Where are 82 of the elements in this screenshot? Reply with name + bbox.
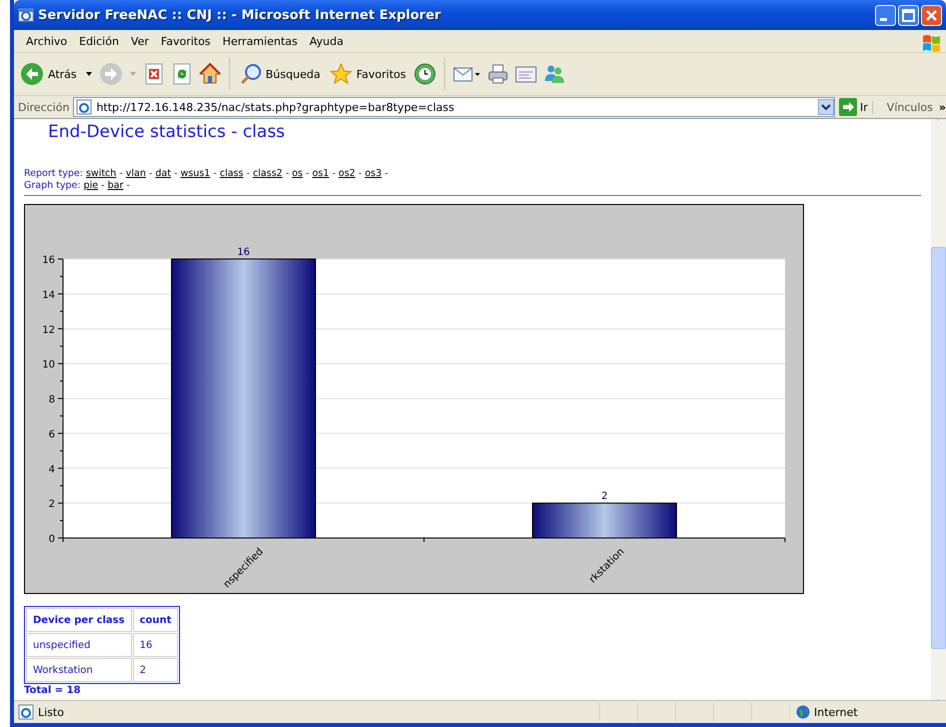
arrow-right-icon (839, 98, 858, 116)
close-button[interactable] (921, 4, 942, 26)
table-cell: unspecified (26, 633, 132, 657)
tick-label: 6 (48, 429, 55, 440)
page-icon (18, 704, 34, 720)
people-icon[interactable] (543, 63, 565, 85)
search-button[interactable]: Búsqueda (238, 61, 322, 87)
separator-text: - (285, 168, 289, 179)
separator-text: - (358, 168, 362, 179)
tick-label: 0 (48, 534, 55, 545)
tick-label: 12 (42, 324, 55, 336)
page-title: End-Device statistics - class (48, 122, 285, 142)
status-text: Listo (38, 706, 65, 718)
arrow-left-icon (20, 62, 44, 86)
go-button[interactable]: Ir (839, 98, 868, 116)
type-link[interactable]: os3 (364, 168, 382, 179)
tick-label: 16 (42, 255, 55, 266)
tick-label: 8 (48, 394, 55, 406)
type-link[interactable]: os2 (338, 168, 356, 179)
type-link[interactable]: class2 (252, 168, 282, 179)
menu-item[interactable]: Ayuda (303, 32, 350, 50)
value-label: 2 (601, 491, 608, 502)
tick-label: 2 (48, 499, 55, 510)
type-link[interactable]: pie (84, 180, 98, 191)
tick-label: 10 (42, 360, 55, 371)
type-label: Graph type: (24, 180, 81, 191)
minimize-button[interactable] (875, 4, 896, 26)
type-link[interactable]: os (292, 168, 303, 179)
separator-text: - (246, 168, 250, 179)
table-cell: Workstation (26, 658, 132, 682)
menu-item[interactable]: Herramientas (216, 32, 304, 50)
address-field[interactable]: http://172.16.148.235/nac/stats.php?graphtype=bar8type=class (73, 97, 836, 117)
scroll-thumb[interactable] (931, 246, 946, 648)
value-label: 16 (237, 247, 250, 258)
caret-icon[interactable] (84, 70, 93, 78)
separator-text: - (306, 168, 310, 179)
type-link[interactable]: os1 (312, 168, 330, 179)
tick-label: 4 (48, 464, 55, 476)
table-cell: 2 (132, 658, 178, 682)
type-link[interactable]: wsus1 (180, 168, 210, 179)
history-button[interactable] (414, 63, 436, 85)
zone-text: Internet (814, 706, 858, 718)
type-link[interactable]: vlan (126, 168, 146, 179)
separator-text: - (384, 168, 388, 179)
column-header: Device per class (26, 608, 132, 632)
globe-icon (796, 705, 810, 719)
menu-item[interactable]: Favoritos (154, 32, 217, 50)
menu-item[interactable]: Ver (124, 32, 155, 50)
page-icon (76, 99, 92, 115)
links-label[interactable]: Vínculos (872, 100, 935, 114)
print-button[interactable] (487, 63, 509, 85)
separator-text: - (101, 180, 105, 191)
separator-text: - (213, 168, 217, 179)
browser-icon (18, 7, 34, 23)
dropdown-icon[interactable] (818, 99, 834, 115)
more-button[interactable]: » (938, 100, 946, 114)
table-cell: 16 (132, 633, 178, 657)
type-link[interactable]: bar (108, 180, 124, 191)
menu-item[interactable]: Archivo (20, 32, 74, 50)
address-label: Dirección (18, 100, 70, 114)
separator-text: - (332, 168, 336, 179)
search-icon (240, 63, 262, 85)
window-title: Servidor FreeNAC :: CNJ :: - Microsoft Internet Explorer (38, 8, 442, 22)
separator-text: - (148, 168, 152, 179)
menu-item[interactable]: Edición (73, 32, 125, 50)
separator-text: - (119, 168, 123, 179)
type-label: Report type: (24, 168, 83, 179)
stop-button[interactable] (142, 63, 165, 85)
maximize-button[interactable] (898, 4, 919, 26)
home-button[interactable] (198, 63, 221, 85)
type-link[interactable]: dat (155, 168, 171, 179)
type-link[interactable]: class (220, 168, 244, 179)
star-icon (330, 63, 352, 85)
favorites-button[interactable]: Favoritos (328, 61, 408, 87)
type-link[interactable]: switch (86, 168, 116, 179)
refresh-button[interactable] (170, 63, 193, 85)
column-header: count (132, 608, 178, 632)
tick-label: 14 (42, 290, 55, 301)
separator-text: - (174, 168, 178, 179)
separator-text: - (126, 180, 130, 191)
back-button[interactable]: Atrás (18, 60, 79, 88)
total-text: Total = 18 (24, 685, 82, 696)
